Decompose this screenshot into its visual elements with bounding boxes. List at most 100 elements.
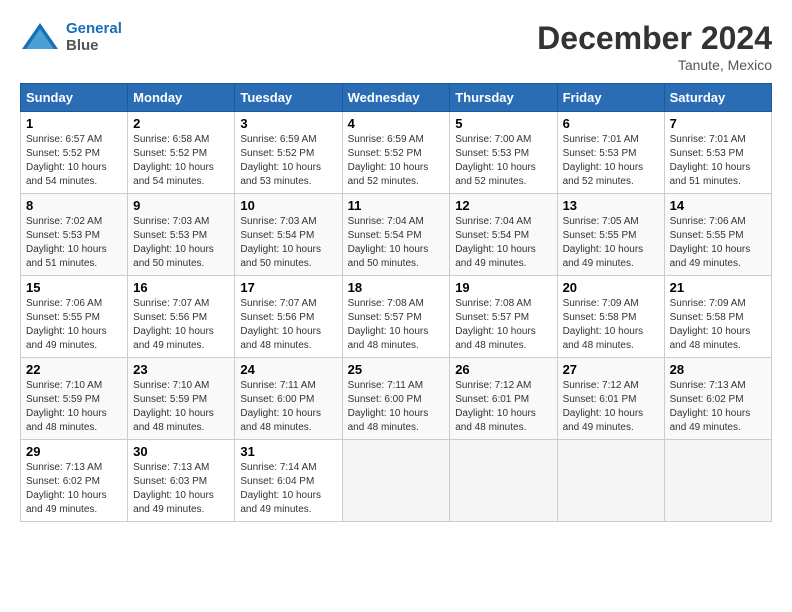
col-thursday: Thursday [450, 84, 557, 112]
day-number: 7 [670, 116, 766, 131]
day-number: 19 [455, 280, 551, 295]
day-info: Sunrise: 7:04 AM Sunset: 5:54 PM Dayligh… [455, 215, 551, 271]
day-info: Sunrise: 7:06 AM Sunset: 5:55 PM Dayligh… [26, 297, 122, 353]
day-number: 12 [455, 198, 551, 213]
day-number: 25 [348, 362, 445, 377]
day-info: Sunrise: 7:06 AM Sunset: 5:55 PM Dayligh… [670, 215, 766, 271]
day-info: Sunrise: 7:08 AM Sunset: 5:57 PM Dayligh… [455, 297, 551, 353]
day-number: 17 [240, 280, 336, 295]
day-info: Sunrise: 6:58 AM Sunset: 5:52 PM Dayligh… [133, 133, 229, 189]
day-number: 31 [240, 444, 336, 459]
day-info: Sunrise: 6:59 AM Sunset: 5:52 PM Dayligh… [348, 133, 445, 189]
table-cell: 16 Sunrise: 7:07 AM Sunset: 5:56 PM Dayli… [128, 276, 235, 358]
day-number: 13 [563, 198, 659, 213]
day-number: 9 [133, 198, 229, 213]
col-friday: Friday [557, 84, 664, 112]
day-number: 1 [26, 116, 122, 131]
day-info: Sunrise: 7:07 AM Sunset: 5:56 PM Dayligh… [240, 297, 336, 353]
table-cell: 29Sunrise: 7:13 AM Sunset: 6:02 PM Dayli… [21, 440, 128, 522]
day-number: 16 [133, 280, 229, 295]
col-sunday: Sunday [21, 84, 128, 112]
table-cell: 17 Sunrise: 7:07 AM Sunset: 5:56 PM Dayli… [235, 276, 342, 358]
day-info: Sunrise: 7:03 AM Sunset: 5:54 PM Dayligh… [240, 215, 336, 271]
table-cell: 22 Sunrise: 7:10 AM Sunset: 5:59 PM Dayli… [21, 358, 128, 440]
table-cell: 11 Sunrise: 7:04 AM Sunset: 5:54 PM Dayli… [342, 194, 450, 276]
day-number: 27 [563, 362, 659, 377]
day-info: Sunrise: 7:13 AM Sunset: 6:02 PM Dayligh… [26, 461, 122, 517]
month-title: December 2024 [537, 20, 772, 57]
calendar-row: 1 Sunrise: 6:57 AM Sunset: 5:52 PM Daylig… [21, 112, 772, 194]
day-number: 15 [26, 280, 122, 295]
table-cell: 7 Sunrise: 7:01 AM Sunset: 5:53 PM Daylig… [664, 112, 771, 194]
day-number: 5 [455, 116, 551, 131]
table-cell: 8Sunrise: 7:02 AM Sunset: 5:53 PM Daylig… [21, 194, 128, 276]
day-info: Sunrise: 6:59 AM Sunset: 5:52 PM Dayligh… [240, 133, 336, 189]
day-info: Sunrise: 7:12 AM Sunset: 6:01 PM Dayligh… [563, 379, 659, 435]
day-number: 14 [670, 198, 766, 213]
table-cell: 31Sunrise: 7:14 AM Sunset: 6:04 PM Dayli… [235, 440, 342, 522]
day-number: 23 [133, 362, 229, 377]
day-number: 10 [240, 198, 336, 213]
table-cell: 21 Sunrise: 7:09 AM Sunset: 5:58 PM Dayli… [664, 276, 771, 358]
day-info: Sunrise: 6:57 AM Sunset: 5:52 PM Dayligh… [26, 133, 122, 189]
day-number: 28 [670, 362, 766, 377]
day-info: Sunrise: 7:10 AM Sunset: 5:59 PM Dayligh… [26, 379, 122, 435]
col-wednesday: Wednesday [342, 84, 450, 112]
table-cell [450, 440, 557, 522]
table-cell [557, 440, 664, 522]
table-cell: 20Sunrise: 7:09 AM Sunset: 5:58 PM Dayli… [557, 276, 664, 358]
table-cell: 14 Sunrise: 7:06 AM Sunset: 5:55 PM Dayli… [664, 194, 771, 276]
table-cell [664, 440, 771, 522]
day-number: 30 [133, 444, 229, 459]
day-info: Sunrise: 7:01 AM Sunset: 5:53 PM Dayligh… [670, 133, 766, 189]
table-cell: 6 Sunrise: 7:01 AM Sunset: 5:53 PM Daylig… [557, 112, 664, 194]
day-info: Sunrise: 7:09 AM Sunset: 5:58 PM Dayligh… [563, 297, 659, 353]
day-number: 26 [455, 362, 551, 377]
calendar-row: 29Sunrise: 7:13 AM Sunset: 6:02 PM Dayli… [21, 440, 772, 522]
table-cell: 1 Sunrise: 6:57 AM Sunset: 5:52 PM Daylig… [21, 112, 128, 194]
table-cell: 5 Sunrise: 7:00 AM Sunset: 5:53 PM Daylig… [450, 112, 557, 194]
table-cell: 13Sunrise: 7:05 AM Sunset: 5:55 PM Dayli… [557, 194, 664, 276]
day-info: Sunrise: 7:01 AM Sunset: 5:53 PM Dayligh… [563, 133, 659, 189]
col-tuesday: Tuesday [235, 84, 342, 112]
day-number: 3 [240, 116, 336, 131]
day-info: Sunrise: 7:08 AM Sunset: 5:57 PM Dayligh… [348, 297, 445, 353]
table-cell: 10 Sunrise: 7:03 AM Sunset: 5:54 PM Dayli… [235, 194, 342, 276]
day-info: Sunrise: 7:13 AM Sunset: 6:02 PM Dayligh… [670, 379, 766, 435]
col-monday: Monday [128, 84, 235, 112]
day-info: Sunrise: 7:04 AM Sunset: 5:54 PM Dayligh… [348, 215, 445, 271]
day-number: 21 [670, 280, 766, 295]
day-info: Sunrise: 7:12 AM Sunset: 6:01 PM Dayligh… [455, 379, 551, 435]
day-number: 11 [348, 198, 445, 213]
day-info: Sunrise: 7:13 AM Sunset: 6:03 PM Dayligh… [133, 461, 229, 517]
day-info: Sunrise: 7:07 AM Sunset: 5:56 PM Dayligh… [133, 297, 229, 353]
table-cell: 27 Sunrise: 7:12 AM Sunset: 6:01 PM Dayli… [557, 358, 664, 440]
day-number: 8 [26, 198, 122, 213]
table-cell: 15 Sunrise: 7:06 AM Sunset: 5:55 PM Dayli… [21, 276, 128, 358]
logo: General Blue [20, 20, 122, 54]
table-cell: 23 Sunrise: 7:10 AM Sunset: 5:59 PM Dayli… [128, 358, 235, 440]
calendar-row: 15 Sunrise: 7:06 AM Sunset: 5:55 PM Dayli… [21, 276, 772, 358]
day-number: 6 [563, 116, 659, 131]
logo-text: General Blue [66, 20, 122, 54]
table-cell: 18Sunrise: 7:08 AM Sunset: 5:57 PM Dayli… [342, 276, 450, 358]
title-block: December 2024 Tanute, Mexico [537, 20, 772, 73]
day-info: Sunrise: 7:10 AM Sunset: 5:59 PM Dayligh… [133, 379, 229, 435]
table-cell: 4Sunrise: 6:59 AM Sunset: 5:52 PM Daylig… [342, 112, 450, 194]
calendar-table: Sunday Monday Tuesday Wednesday Thursday… [20, 83, 772, 522]
day-number: 22 [26, 362, 122, 377]
table-cell: 25Sunrise: 7:11 AM Sunset: 6:00 PM Dayli… [342, 358, 450, 440]
table-cell: 30 Sunrise: 7:13 AM Sunset: 6:03 PM Dayli… [128, 440, 235, 522]
table-cell: 3 Sunrise: 6:59 AM Sunset: 5:52 PM Daylig… [235, 112, 342, 194]
table-cell: 19 Sunrise: 7:08 AM Sunset: 5:57 PM Dayli… [450, 276, 557, 358]
calendar-row: 22 Sunrise: 7:10 AM Sunset: 5:59 PM Dayli… [21, 358, 772, 440]
day-info: Sunrise: 7:00 AM Sunset: 5:53 PM Dayligh… [455, 133, 551, 189]
day-info: Sunrise: 7:11 AM Sunset: 6:00 PM Dayligh… [240, 379, 336, 435]
header-row: Sunday Monday Tuesday Wednesday Thursday… [21, 84, 772, 112]
day-info: Sunrise: 7:09 AM Sunset: 5:58 PM Dayligh… [670, 297, 766, 353]
table-cell: 12 Sunrise: 7:04 AM Sunset: 5:54 PM Dayli… [450, 194, 557, 276]
calendar-row: 8Sunrise: 7:02 AM Sunset: 5:53 PM Daylig… [21, 194, 772, 276]
table-cell [342, 440, 450, 522]
day-info: Sunrise: 7:03 AM Sunset: 5:53 PM Dayligh… [133, 215, 229, 271]
day-number: 24 [240, 362, 336, 377]
